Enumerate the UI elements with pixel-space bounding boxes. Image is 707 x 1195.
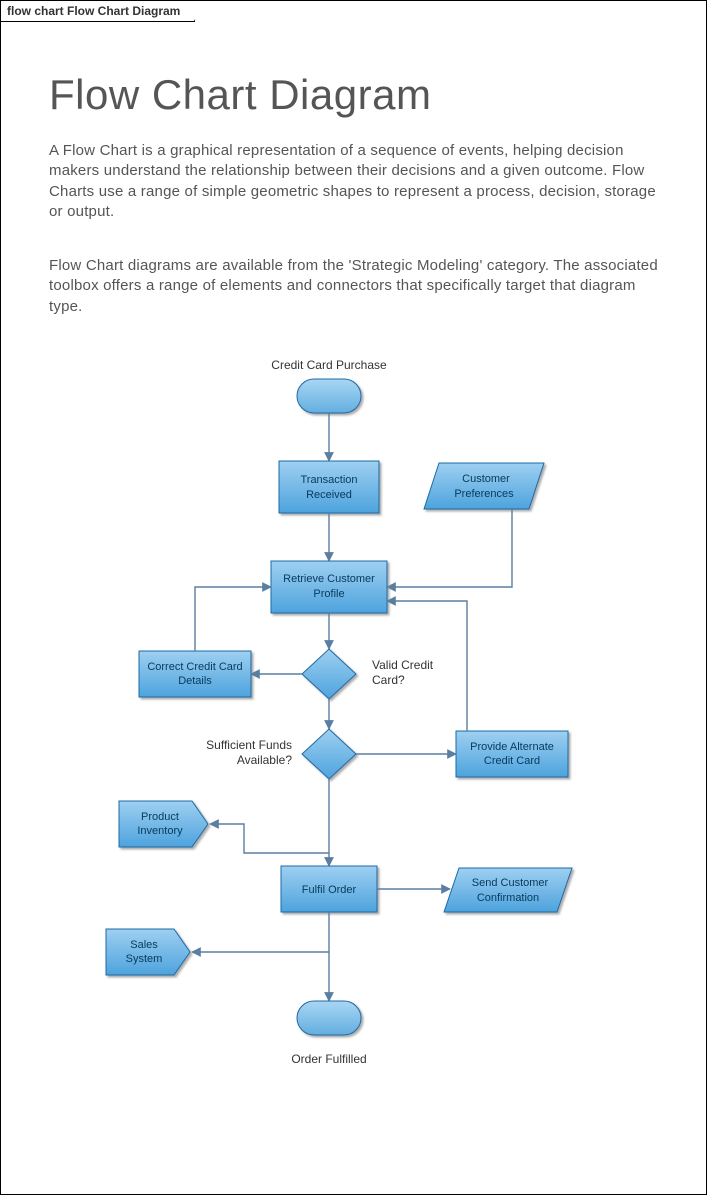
- terminator-start: [297, 379, 361, 413]
- text-retrieve-l1: Retrieve Customer: [283, 573, 375, 585]
- node-retrieve-profile: [271, 561, 387, 613]
- decision-valid-card: [302, 649, 356, 699]
- text-sales-l1: Sales: [130, 939, 158, 951]
- node-sales-system: [106, 929, 190, 975]
- edge-custpref-retrieve: [387, 509, 512, 587]
- text-altcard-l1: Provide Alternate: [470, 741, 554, 753]
- text-fulfil: Fulfil Order: [301, 884, 356, 896]
- text-sales-l2: System: [125, 953, 162, 965]
- text-sendconf-l1: Send Customer: [471, 877, 548, 889]
- decision-sufficient-funds: [302, 729, 356, 779]
- node-product-inventory: [119, 801, 208, 847]
- text-custpref-l1: Customer: [462, 473, 510, 485]
- label-start: Credit Card Purchase: [271, 358, 387, 372]
- text-retrieve-l2: Profile: [313, 588, 344, 600]
- terminator-end: [297, 1001, 361, 1035]
- text-inventory-l2: Inventory: [137, 825, 183, 837]
- text-transaction-l2: Received: [306, 489, 352, 501]
- text-sendconf-l2: Confirmation: [476, 892, 538, 904]
- text-correct-l2: Details: [178, 675, 212, 687]
- tab-label: flow chart Flow Chart Diagram: [7, 4, 180, 18]
- page-frame: flow chart Flow Chart Diagram Flow Chart…: [0, 0, 707, 1195]
- content-area: Flow Chart Diagram A Flow Chart is a gra…: [1, 1, 706, 1111]
- text-correct-l1: Correct Credit Card: [147, 661, 242, 673]
- label-validcard-l2: Card?: [372, 673, 405, 687]
- node-alternate-card: [456, 731, 568, 777]
- node-customer-preferences: [424, 463, 544, 509]
- paragraph-2: Flow Chart diagrams are available from t…: [49, 256, 658, 317]
- node-send-confirmation: [444, 868, 572, 912]
- text-transaction-l1: Transaction: [300, 474, 357, 486]
- label-funds-l1: Sufficient Funds: [206, 738, 292, 752]
- label-end: Order Fulfilled: [291, 1052, 366, 1066]
- page-title: Flow Chart Diagram: [49, 71, 658, 119]
- paragraph-1: A Flow Chart is a graphical representati…: [49, 141, 658, 222]
- flowchart-svg: .edge { stroke:#5a7ea0; stroke-width:1.4…: [74, 351, 634, 1111]
- node-correct-details: [139, 651, 251, 697]
- edge-correctdetails-retrieve: [195, 587, 271, 651]
- node-transaction-received: [279, 461, 379, 513]
- window-tab: flow chart Flow Chart Diagram: [0, 0, 195, 22]
- label-funds-l2: Available?: [236, 753, 291, 767]
- edge-fulfil-inventory: [210, 824, 329, 853]
- text-altcard-l2: Credit Card: [483, 755, 539, 767]
- text-custpref-l2: Preferences: [454, 488, 514, 500]
- label-validcard-l1: Valid Credit: [372, 658, 434, 672]
- text-inventory-l1: Product: [141, 811, 179, 823]
